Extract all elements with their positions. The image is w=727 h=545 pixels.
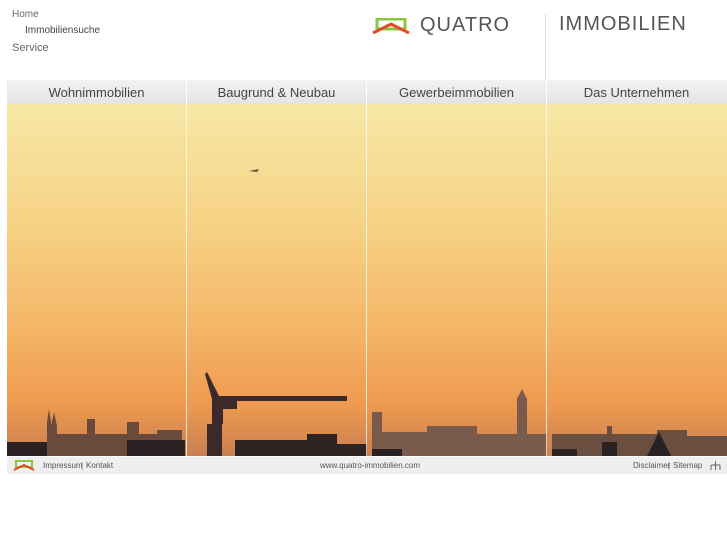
panel-divider [546,104,547,456]
footer-separator: | [81,461,84,470]
menu-baugrund-neubau[interactable]: Baugrund & Neubau [187,80,367,104]
sitemap-icon[interactable] [710,461,721,471]
panel-divider [186,104,187,456]
panel-divider [366,104,367,456]
nav-service[interactable]: Service [12,42,49,54]
menu-unternehmen[interactable]: Das Unternehmen [547,80,726,104]
footer-kontakt-link[interactable]: Kontakt [86,457,113,474]
menu-gewerbeimmobilien[interactable]: Gewerbeimmobilien [367,80,547,104]
footer-url-link[interactable]: www.quatro-immobilien.com [320,457,420,474]
footer: Impressum | Kontakt www.quatro-immobilie… [7,457,727,474]
footer-sitemap-link[interactable]: Sitemap [673,457,702,474]
header-divider [545,14,546,80]
logo[interactable]: QUATRO [372,14,510,37]
footer-logo-icon [13,460,35,471]
nav-home[interactable]: Home [12,9,39,20]
main-menu: Wohnimmobilien Baugrund & Neubau Gewerbe… [7,80,727,104]
footer-impressum-link[interactable]: Impressum [43,457,83,474]
hero-skyline-image [7,104,727,456]
brand-name: QUATRO [420,14,511,36]
menu-wohnimmobilien[interactable]: Wohnimmobilien [7,80,187,104]
skyline-silhouette [7,169,727,456]
brand-subtitle: IMMOBILIEN [559,13,687,35]
nav-immobiliensuche[interactable]: Immobiliensuche [25,25,100,36]
footer-disclaimer-link[interactable]: Disclaimer [633,457,670,474]
quatro-logo-icon [372,17,410,34]
footer-separator: | [668,461,671,470]
